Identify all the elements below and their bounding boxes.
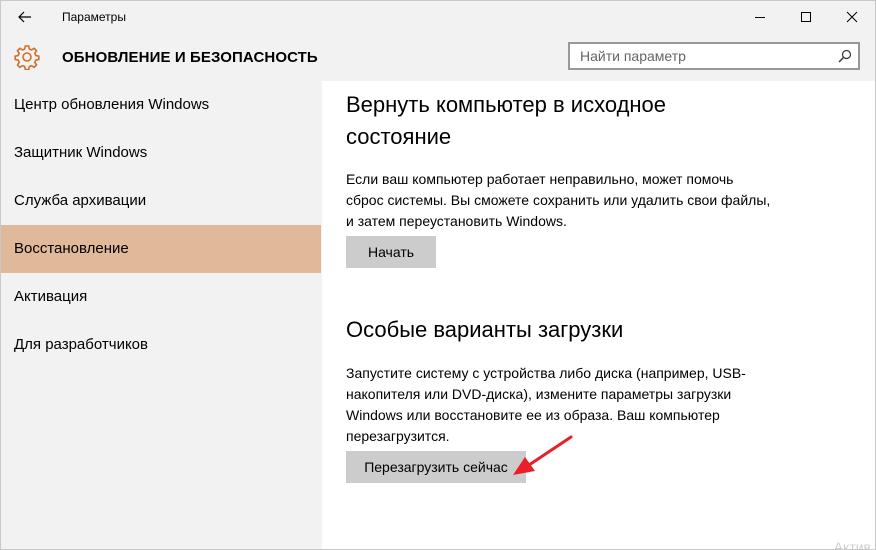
sidebar-item-label: Для разработчиков xyxy=(14,336,148,353)
reset-heading-line2: состояние xyxy=(346,124,452,149)
gear-icon xyxy=(14,45,40,70)
sidebar-item-label: Активация xyxy=(14,288,88,305)
back-button[interactable] xyxy=(9,5,41,29)
advanced-startup-heading: Особые варианты загрузки xyxy=(346,317,624,342)
sidebar-item-windows-defender[interactable]: Защитник Windows xyxy=(1,129,321,177)
sidebar-item-label: Центр обновления Windows xyxy=(14,96,210,113)
title-bar: Параметры xyxy=(1,1,875,33)
advanced-description-line3: Windows или восстановите ее из образа. В… xyxy=(346,407,720,423)
sidebar-item-backup[interactable]: Служба архивации xyxy=(1,177,321,225)
activation-watermark: Актив xyxy=(833,539,871,550)
page-title: ОБНОВЛЕНИЕ И БЕЗОПАСНОСТЬ xyxy=(62,49,318,66)
sidebar-item-label: Восстановление xyxy=(14,240,129,257)
sidebar-item-label: Защитник Windows xyxy=(14,144,148,161)
sidebar: Центр обновления Windows Защитник Window… xyxy=(1,81,321,549)
minimize-button[interactable] xyxy=(737,1,783,33)
sidebar-item-activation[interactable]: Активация xyxy=(1,273,321,321)
reset-description-line3: и затем переустановить Windows. xyxy=(346,213,567,229)
back-arrow-icon xyxy=(18,11,31,23)
window-title: Параметры xyxy=(62,10,126,24)
search-input[interactable] xyxy=(580,47,830,65)
advanced-description-line4: перезагрузится. xyxy=(346,428,450,444)
minimize-icon xyxy=(755,17,765,18)
advanced-description-line2: накопителя или DVD-диска), измените пара… xyxy=(346,386,732,402)
settings-window: Параметры ОБНОВЛЕНИЕ И БЕЗОПАСНОСТЬ Найт… xyxy=(0,0,876,550)
close-button[interactable] xyxy=(829,1,875,33)
advanced-description-line1: Запустите систему с устройства либо диск… xyxy=(346,365,746,381)
maximize-button[interactable] xyxy=(783,1,829,33)
page-header: ОБНОВЛЕНИЕ И БЕЗОПАСНОСТЬ xyxy=(1,33,875,81)
search-icon[interactable] xyxy=(838,49,852,63)
sidebar-item-windows-update[interactable]: Центр обновления Windows xyxy=(1,81,321,129)
start-reset-button[interactable]: Начать xyxy=(346,236,436,268)
main-content: Вернуть компьютер в исходное состояние Е… xyxy=(322,81,875,549)
search-box[interactable] xyxy=(568,42,860,70)
reset-description-line1: Если ваш компьютер работает неправильно,… xyxy=(346,171,734,187)
reset-description-line2: сброс системы. Вы сможете сохранить или … xyxy=(346,192,771,208)
sidebar-item-recovery[interactable]: Восстановление xyxy=(1,225,321,273)
reset-heading-line1: Вернуть компьютер в исходное xyxy=(346,92,667,117)
close-icon xyxy=(846,11,858,23)
maximize-icon xyxy=(801,12,811,22)
sidebar-item-label: Служба архивации xyxy=(14,192,147,209)
restart-now-button[interactable]: Перезагрузить сейчас xyxy=(346,451,526,483)
sidebar-item-for-developers[interactable]: Для разработчиков xyxy=(1,321,321,369)
